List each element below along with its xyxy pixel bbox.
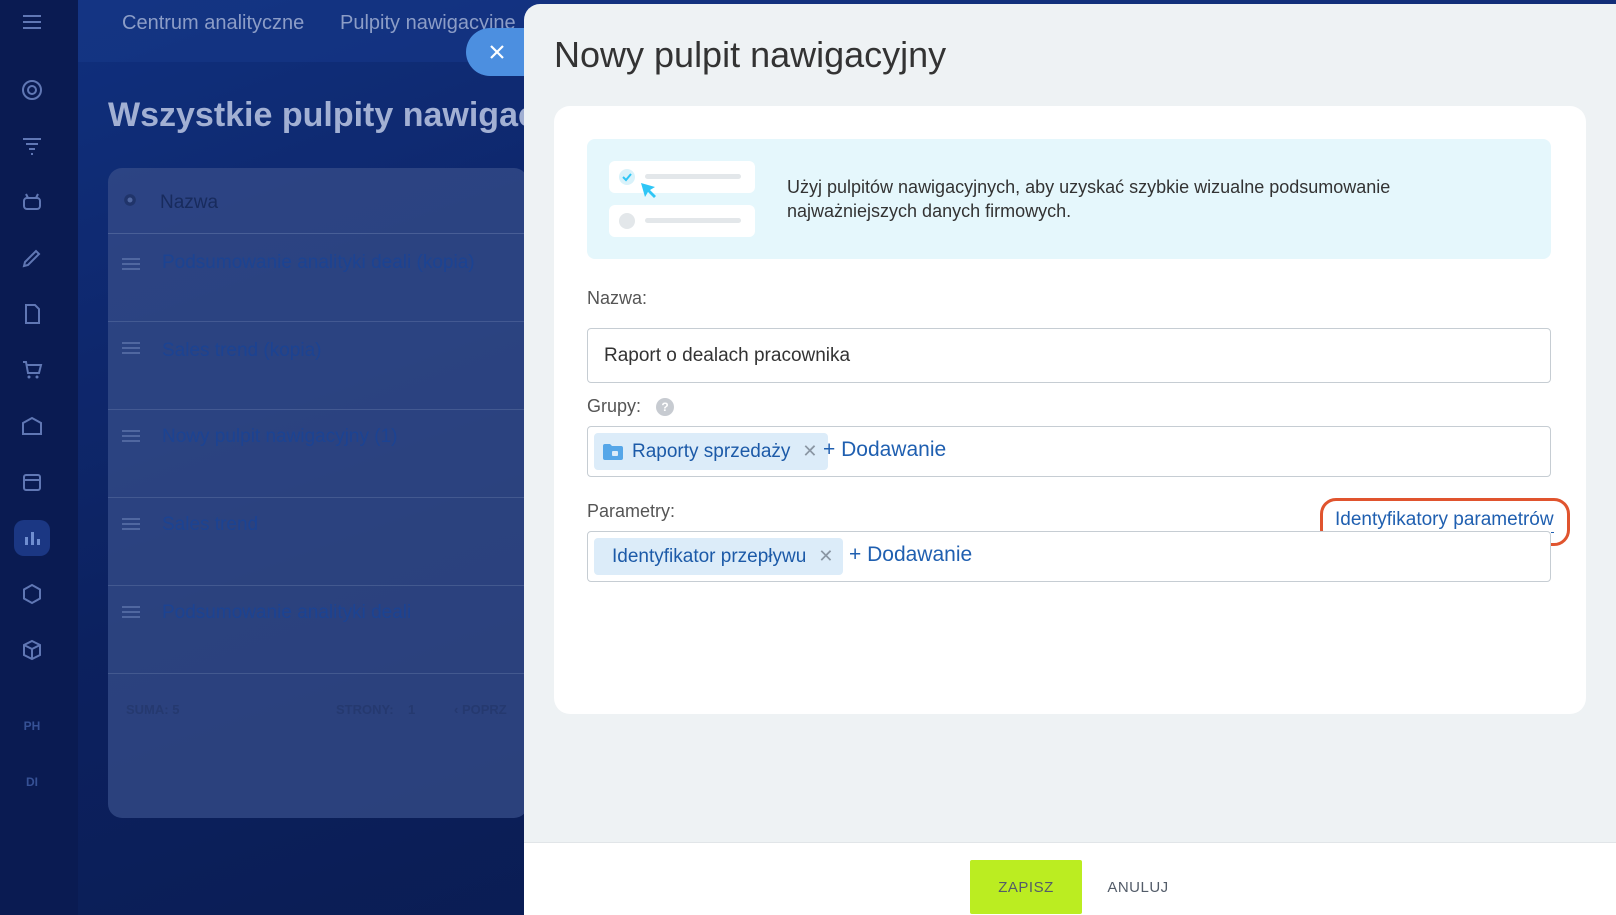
remove-tag-icon[interactable]: ✕ [802, 441, 817, 462]
close-icon [490, 45, 504, 59]
add-group-link[interactable]: + Dodawanie [823, 438, 946, 462]
folder-icon [603, 443, 623, 460]
slider-footer: ZAPISZ ANULUJ [524, 842, 1616, 915]
param-tag[interactable]: Identyfikator przepływu ✕ [594, 538, 844, 575]
dashboard-illustration-icon [609, 161, 755, 237]
parameter-ids-link[interactable]: Identyfikatory parametrów [1335, 509, 1554, 533]
new-dashboard-slider: Nowy pulpit nawigacyjny Użyj pulpitów na… [524, 4, 1616, 915]
cancel-button[interactable]: ANULUJ [1098, 860, 1178, 914]
info-banner: Użyj pulpitów nawigacyjnych, aby uzyskać… [587, 139, 1551, 259]
name-label: Nazwa: [587, 288, 648, 308]
slider-title: Nowy pulpit nawigacyjny [554, 34, 947, 75]
groups-selector[interactable]: Raporty sprzedaży ✕ + Dodawanie [587, 426, 1551, 477]
save-button[interactable]: ZAPISZ [970, 860, 1082, 914]
form-card: Użyj pulpitów nawigacyjnych, aby uzyskać… [554, 106, 1586, 714]
param-tag-label: Identyfikator przepływu [612, 545, 807, 567]
group-tag[interactable]: Raporty sprzedaży ✕ [594, 433, 828, 470]
params-label: Parametry: [587, 501, 676, 521]
group-tag-label: Raporty sprzedaży [632, 440, 791, 462]
help-icon[interactable]: ? [656, 398, 674, 416]
banner-text: Użyj pulpitów nawigacyjnych, aby uzyskać… [787, 177, 1391, 221]
dashboard-name-input[interactable] [587, 328, 1551, 383]
groups-label: Grupy: [587, 396, 642, 416]
remove-tag-icon[interactable]: ✕ [818, 546, 833, 567]
add-param-link[interactable]: + Dodawanie [849, 543, 972, 567]
close-slider-button[interactable] [466, 28, 530, 76]
params-selector[interactable]: Identyfikator przepływu ✕ + Dodawanie [587, 531, 1551, 582]
